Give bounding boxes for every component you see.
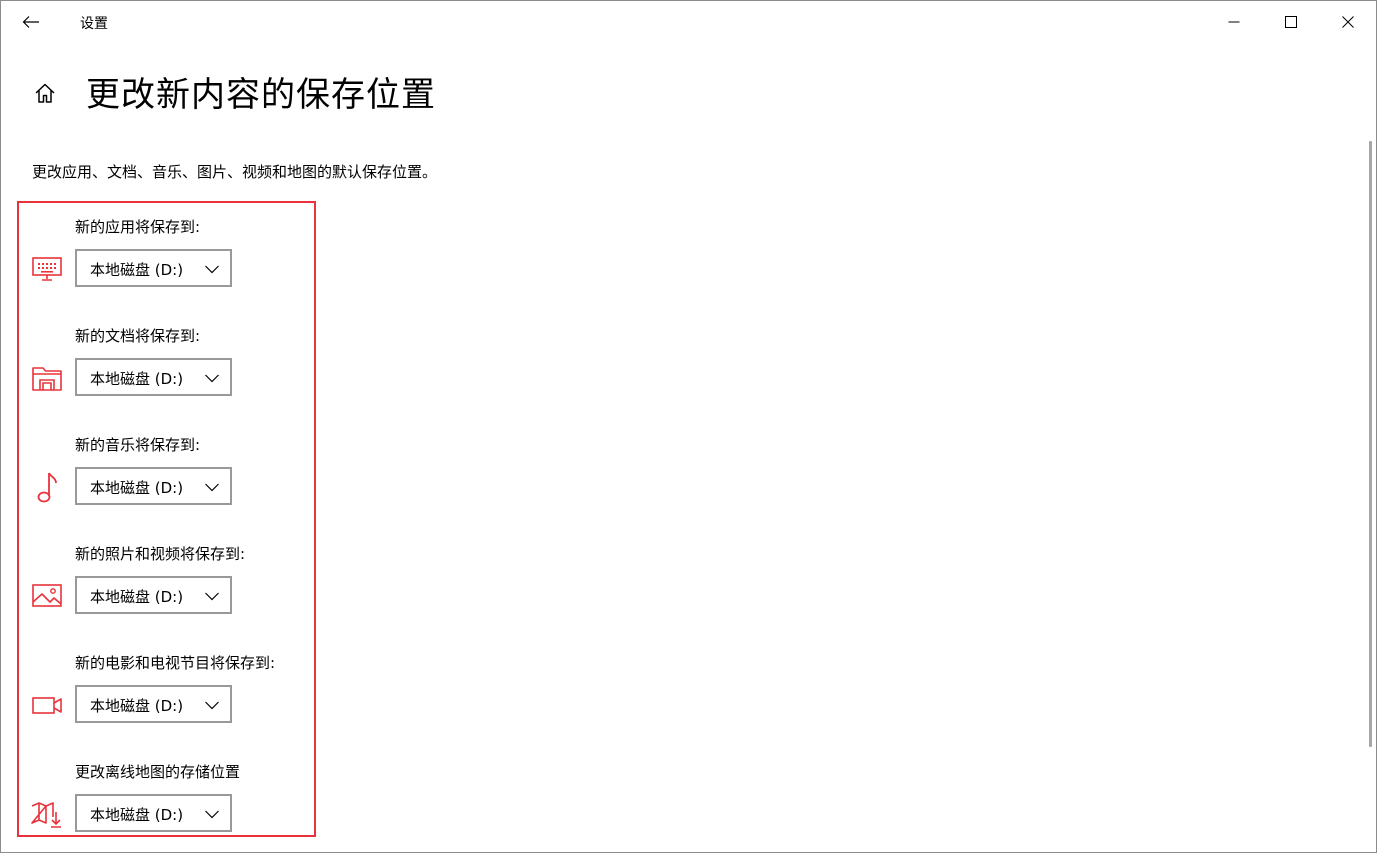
chevron-down-icon [205,483,219,492]
back-button[interactable] [13,7,49,37]
app-title: 设置 [80,16,108,32]
dropdown-value: 本地磁盘 (D:) [90,370,184,388]
setting-offline-maps: 更改离线地图的存储位置 本地磁盘 (D:) [1,761,321,852]
monitor-keyboard-icon [30,252,64,286]
setting-music: 新的音乐将保存到: 本地磁盘 (D:) [1,434,321,534]
chevron-down-icon [205,592,219,601]
music-location-dropdown[interactable]: 本地磁盘 (D:) [75,467,232,505]
setting-label: 更改离线地图的存储位置 [75,763,241,781]
minimize-icon [1228,21,1240,23]
page-title: 更改新内容的保存位置 [86,75,436,115]
documents-location-dropdown[interactable]: 本地磁盘 (D:) [75,358,232,396]
settings-window: 设置 更改新内容的保存位置 更改应用、文档、音乐、图片、视频和地图的默认保存位置… [0,0,1377,853]
close-icon [1342,16,1354,28]
movies-location-dropdown[interactable]: 本地磁盘 (D:) [75,685,232,723]
photos-location-dropdown[interactable]: 本地磁盘 (D:) [75,576,232,614]
vertical-scrollbar[interactable] [1369,141,1372,747]
document-folder-icon [30,361,64,395]
dropdown-value: 本地磁盘 (D:) [90,588,184,606]
video-camera-icon [30,688,64,722]
chevron-down-icon [205,265,219,274]
chevron-down-icon [205,374,219,383]
home-button[interactable] [29,77,61,109]
map-download-icon [30,797,64,831]
maximize-icon [1285,16,1297,28]
setting-label: 新的电影和电视节目将保存到: [75,654,276,672]
setting-movies-tv: 新的电影和电视节目将保存到: 本地磁盘 (D:) [1,652,321,752]
setting-label: 新的文档将保存到: [75,327,201,345]
setting-documents: 新的文档将保存到: 本地磁盘 (D:) [1,325,321,425]
dropdown-value: 本地磁盘 (D:) [90,261,184,279]
dropdown-value: 本地磁盘 (D:) [90,479,184,497]
setting-apps: 新的应用将保存到: 本地磁盘 (D:) [1,216,321,316]
setting-label: 新的音乐将保存到: [75,436,201,454]
picture-icon [30,579,64,613]
apps-location-dropdown[interactable]: 本地磁盘 (D:) [75,249,232,287]
dropdown-value: 本地磁盘 (D:) [90,806,184,824]
minimize-button[interactable] [1206,1,1262,43]
setting-photos-videos: 新的照片和视频将保存到: 本地磁盘 (D:) [1,543,321,643]
setting-label: 新的照片和视频将保存到: [75,545,246,563]
chevron-down-icon [205,701,219,710]
page-description: 更改应用、文档、音乐、图片、视频和地图的默认保存位置。 [32,163,438,181]
back-arrow-icon [22,16,39,28]
maximize-button[interactable] [1263,1,1319,43]
close-button[interactable] [1320,1,1376,43]
title-bar: 设置 [1,1,1376,43]
setting-label: 新的应用将保存到: [75,218,201,236]
dropdown-value: 本地磁盘 (D:) [90,697,184,715]
home-icon [35,83,55,103]
music-note-icon [30,470,64,504]
chevron-down-icon [205,810,219,819]
maps-location-dropdown[interactable]: 本地磁盘 (D:) [75,794,232,832]
